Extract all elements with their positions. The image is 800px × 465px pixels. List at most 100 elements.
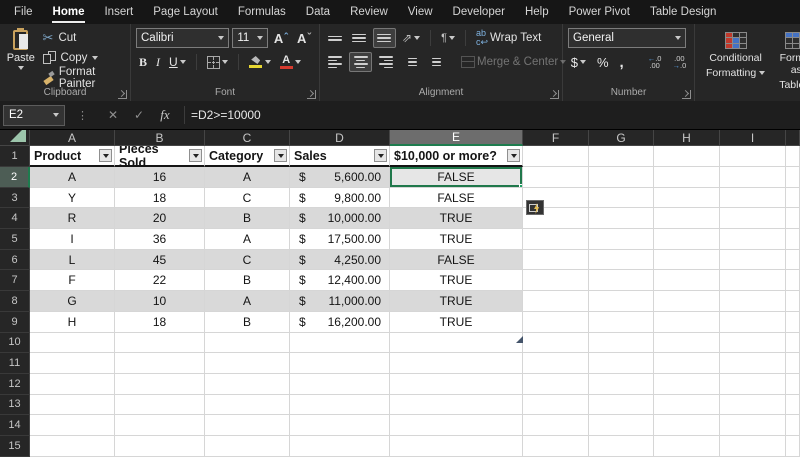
decrease-font-size-button[interactable]: A [294, 28, 314, 48]
cell-D8[interactable]: $11,000.00 [290, 291, 390, 312]
cell-E9[interactable]: TRUE [390, 312, 523, 333]
cell-E7[interactable]: TRUE [390, 270, 523, 291]
cell-F14[interactable] [523, 415, 589, 436]
cell-J9[interactable] [786, 312, 800, 333]
cell-H11[interactable] [654, 353, 720, 374]
filter-dropdown-button[interactable] [189, 149, 202, 162]
paste-dropdown-icon[interactable] [18, 66, 24, 70]
cell-E10[interactable] [390, 333, 523, 354]
tab-table-design[interactable]: Table Design [640, 0, 726, 24]
cell-A5[interactable]: I [30, 229, 115, 250]
cell-J2[interactable] [786, 167, 800, 188]
cell-A12[interactable] [30, 374, 115, 395]
tab-view[interactable]: View [398, 0, 443, 24]
increase-indent-button[interactable] [423, 52, 444, 72]
table-resize-handle[interactable] [516, 336, 523, 343]
cell-G13[interactable] [589, 395, 654, 416]
cell-H5[interactable] [654, 229, 720, 250]
row-header-5[interactable]: 5 [0, 229, 30, 250]
cell-D15[interactable] [290, 436, 390, 457]
orientation-button[interactable]: ⇗ [399, 28, 423, 48]
filter-dropdown-button[interactable] [99, 149, 112, 162]
tab-page-layout[interactable]: Page Layout [143, 0, 228, 24]
insert-function-button[interactable]: fx [152, 107, 178, 123]
align-bottom-button[interactable] [373, 28, 396, 48]
formula-bar-options-icon[interactable]: ⋮ [77, 109, 88, 122]
cell-I2[interactable] [720, 167, 786, 188]
cell-B8[interactable]: 10 [115, 291, 205, 312]
row-header-7[interactable]: 7 [0, 270, 30, 291]
row-header-9[interactable]: 9 [0, 312, 30, 333]
format-as-table-button[interactable]: Format as Table [773, 28, 800, 101]
cell-H1[interactable] [654, 146, 720, 167]
tab-review[interactable]: Review [340, 0, 398, 24]
cell-J14[interactable] [786, 415, 800, 436]
cancel-button[interactable]: ✕ [100, 108, 126, 122]
cell-J3[interactable] [786, 188, 800, 209]
cell-E3[interactable]: FALSE [390, 188, 523, 209]
cell-H8[interactable] [654, 291, 720, 312]
tab-insert[interactable]: Insert [94, 0, 143, 24]
italic-button[interactable]: I [153, 52, 163, 72]
cell-G11[interactable] [589, 353, 654, 374]
clipboard-dialog-launcher[interactable] [118, 90, 127, 99]
row-header-2[interactable]: 2 [0, 167, 30, 188]
cell-C3[interactable]: C [205, 188, 290, 209]
align-center-button[interactable] [349, 52, 372, 72]
cell-J10[interactable] [786, 333, 800, 354]
comma-format-button[interactable]: , [617, 52, 627, 72]
font-color-button[interactable]: A [277, 52, 304, 72]
cell-I1[interactable] [720, 146, 786, 167]
cell-C7[interactable]: B [205, 270, 290, 291]
alignment-dialog-launcher[interactable] [550, 90, 559, 99]
cell-D6[interactable]: $4,250.00 [290, 250, 390, 271]
cell-F12[interactable] [523, 374, 589, 395]
cell-B3[interactable]: 18 [115, 188, 205, 209]
cell-E4[interactable]: TRUE [390, 208, 523, 229]
cell-F2[interactable] [523, 167, 589, 188]
cell-H14[interactable] [654, 415, 720, 436]
cell-C14[interactable] [205, 415, 290, 436]
column-header-D[interactable]: D [290, 130, 390, 146]
cell-I13[interactable] [720, 395, 786, 416]
row-header-12[interactable]: 12 [0, 374, 30, 395]
cell-H9[interactable] [654, 312, 720, 333]
cell-F6[interactable] [523, 250, 589, 271]
increase-font-size-button[interactable]: A [271, 28, 291, 48]
cell-B13[interactable] [115, 395, 205, 416]
cell-B15[interactable] [115, 436, 205, 457]
cell-A7[interactable]: F [30, 270, 115, 291]
cell-A10[interactable] [30, 333, 115, 354]
cell-B12[interactable] [115, 374, 205, 395]
column-header-A[interactable]: A [30, 130, 115, 146]
cell-C5[interactable]: A [205, 229, 290, 250]
cell-C11[interactable] [205, 353, 290, 374]
wrap-text-button[interactable]: abc↩ Wrap Text [473, 28, 544, 48]
cell-D10[interactable] [290, 333, 390, 354]
cell-I11[interactable] [720, 353, 786, 374]
row-header-8[interactable]: 8 [0, 291, 30, 312]
percent-format-button[interactable]: % [594, 52, 612, 72]
column-header-I[interactable]: I [720, 130, 786, 146]
cell-H13[interactable] [654, 395, 720, 416]
borders-button[interactable] [204, 52, 231, 72]
cell-I6[interactable] [720, 250, 786, 271]
cell-E12[interactable] [390, 374, 523, 395]
cell-J7[interactable] [786, 270, 800, 291]
align-top-button[interactable] [325, 28, 346, 48]
tab-file[interactable]: File [4, 0, 43, 24]
cell-B14[interactable] [115, 415, 205, 436]
cell-I10[interactable] [720, 333, 786, 354]
cell-F7[interactable] [523, 270, 589, 291]
cell-D11[interactable] [290, 353, 390, 374]
cell-H15[interactable] [654, 436, 720, 457]
column-header-H[interactable]: H [654, 130, 720, 146]
cell-E13[interactable] [390, 395, 523, 416]
column-header-E[interactable]: E [390, 130, 523, 146]
cell-D14[interactable] [290, 415, 390, 436]
cell-I3[interactable] [720, 188, 786, 209]
cell-C6[interactable]: C [205, 250, 290, 271]
row-header-10[interactable]: 10 [0, 333, 30, 354]
cell-A14[interactable] [30, 415, 115, 436]
cell-C9[interactable]: B [205, 312, 290, 333]
